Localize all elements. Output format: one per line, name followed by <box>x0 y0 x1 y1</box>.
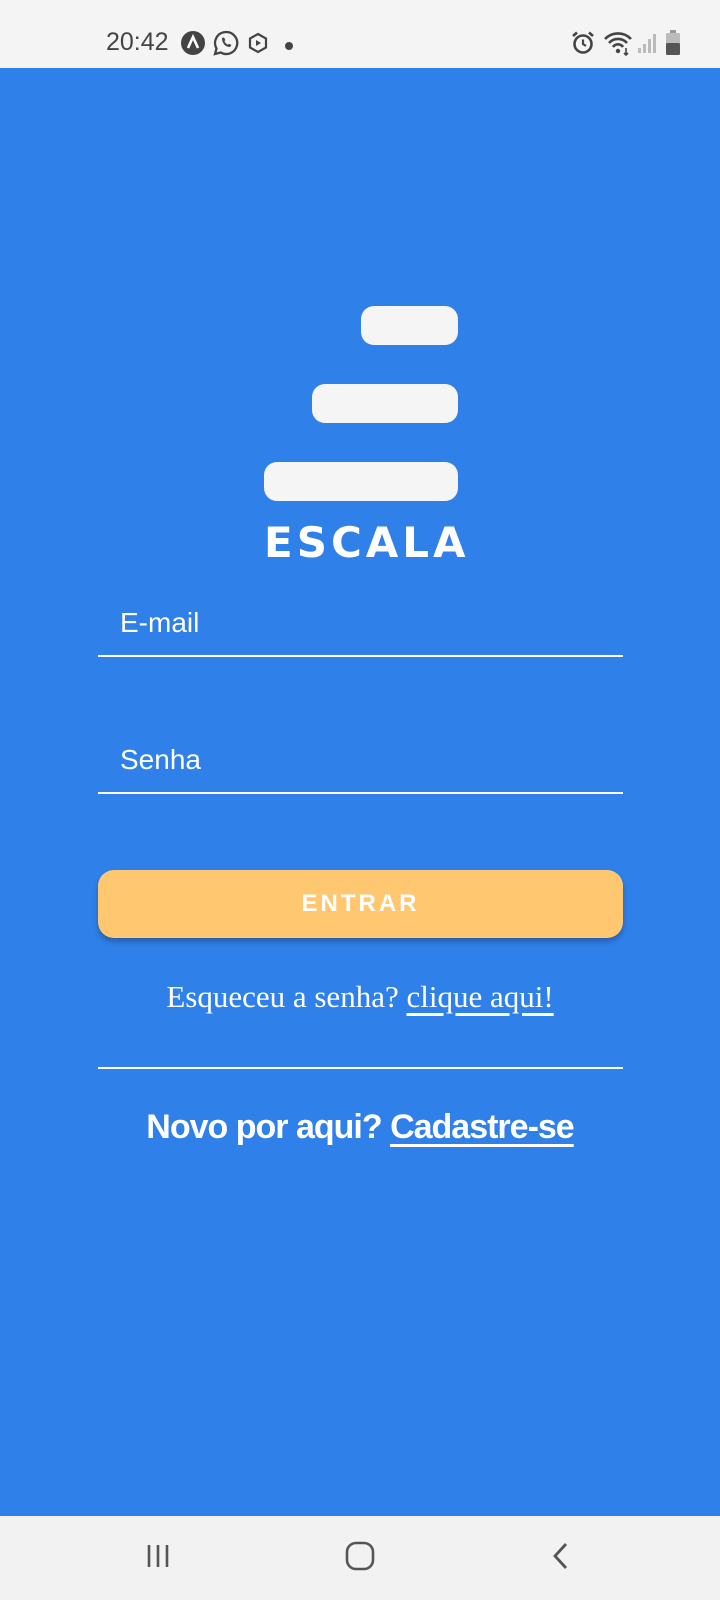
status-time: 20:42 <box>106 28 169 56</box>
password-field-container <box>98 732 623 794</box>
notification-dot-icon <box>284 38 294 56</box>
login-screen: ESCALA ENTRAR Esqueceu a senha? clique a… <box>0 68 720 1516</box>
logo-bar-bottom <box>264 462 458 501</box>
app-a-icon <box>180 30 206 61</box>
forgot-password-link[interactable]: clique aqui! <box>406 979 553 1014</box>
signup-link[interactable]: Cadastre-se <box>390 1108 575 1146</box>
back-button[interactable] <box>502 1516 622 1600</box>
logo-bar-top <box>361 306 458 345</box>
navigation-bar <box>0 1516 720 1600</box>
signal-icon <box>637 32 659 59</box>
email-field[interactable] <box>120 595 600 651</box>
screen: 20:42 ESCALA E-mail ENTRAR Esqueceu a se… <box>0 0 720 1600</box>
hexagon-play-icon <box>247 32 269 59</box>
forgot-password-prompt: Esqueceu a senha? <box>166 979 399 1014</box>
login-button[interactable]: ENTRAR <box>98 870 623 938</box>
battery-icon <box>665 30 681 61</box>
home-icon <box>343 1539 377 1578</box>
home-button[interactable] <box>300 1516 420 1600</box>
recent-apps-button[interactable] <box>98 1516 218 1600</box>
status-bar: 20:42 <box>0 0 720 68</box>
wifi-icon <box>603 30 633 61</box>
whatsapp-icon <box>213 30 239 61</box>
logo-wordmark: ESCALA <box>264 518 470 567</box>
signup-prompt: Novo por aqui? <box>146 1108 382 1146</box>
alarm-icon <box>570 30 596 61</box>
email-field-container <box>98 595 623 657</box>
forgot-password-row: Esqueceu a senha? clique aqui! <box>0 979 720 1015</box>
back-icon <box>547 1541 577 1576</box>
recent-apps-icon <box>143 1541 173 1576</box>
password-field[interactable] <box>120 732 600 788</box>
signup-row: Novo por aqui? Cadastre-se <box>0 1108 720 1147</box>
logo-bar-middle <box>312 384 458 423</box>
divider <box>98 1067 623 1069</box>
